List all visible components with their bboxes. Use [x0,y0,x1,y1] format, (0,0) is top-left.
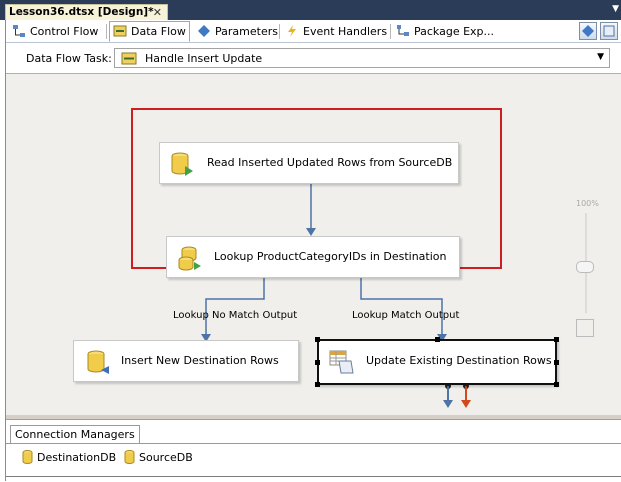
component-update-label: Update Existing Destination Rows [366,354,552,367]
component-update[interactable]: Update Existing Destination Rows [317,339,557,385]
data-flow-task-bar: Data Flow Task: Handle Insert Update ▼ [6,43,621,74]
chevron-down-icon[interactable]: ▼ [597,52,604,62]
zoom-control: 100% [572,199,602,339]
path-label-no-match[interactable]: Lookup No Match Output [173,310,297,321]
resize-handle[interactable] [315,360,320,365]
zoom-to-fit-icon[interactable] [576,319,594,337]
source-db-icon [171,152,193,176]
component-source[interactable]: Read Inserted Updated Rows from SourceDB [159,142,459,184]
data-flow-canvas[interactable]: Read Inserted Updated Rows from SourceDB… [6,74,621,415]
tab-label: Data Flow [131,25,186,38]
component-lookup-label: Lookup ProductCategoryIDs in Destination [214,250,447,263]
data-flow-task-label: Data Flow Task: [26,52,112,65]
tab-parameters[interactable]: Parameters [197,22,278,41]
component-lookup[interactable]: Lookup ProductCategoryIDs in Destination [166,236,460,278]
tab-label: Parameters [215,25,278,38]
data-flow-task-select[interactable]: Handle Insert Update ▼ [114,48,610,68]
divider [6,443,621,444]
variables-icon [603,25,615,37]
ole-db-command-icon [329,350,354,374]
document-tab-strip: Lesson36.dtsx [Design]* ✕ ▼ [0,0,621,20]
resize-handle[interactable] [554,360,559,365]
ssis-designer: Control Flow Data Flow Parameters Event … [5,20,621,482]
designer-tabs: Control Flow Data Flow Parameters Event … [6,20,621,43]
connection-manager-item[interactable]: DestinationDB [22,450,116,464]
toolbox-icon [582,25,594,37]
tab-separator [390,24,391,39]
resize-handle[interactable] [554,382,559,387]
component-source-label: Read Inserted Updated Rows from SourceDB [207,156,453,169]
lookup-icon [178,246,201,271]
tab-label: Package Exp... [414,25,495,38]
data-flow-icon [113,25,127,37]
connection-managers-panel: Connection Managers DestinationDB Source… [6,419,621,482]
zoom-percent: 100% [576,199,599,208]
parameters-icon [198,25,210,37]
variables-button[interactable] [600,22,618,40]
connection-manager-item[interactable]: SourceDB [124,450,193,464]
tab-separator [106,24,107,39]
component-insert-label: Insert New Destination Rows [121,354,279,367]
toolbox-button[interactable] [579,22,597,40]
event-handlers-icon [288,25,296,37]
database-icon [22,450,33,464]
path-label-match[interactable]: Lookup Match Output [352,310,459,321]
document-tab-title: Lesson36.dtsx [Design]* [9,6,154,18]
tab-label: Control Flow [30,25,99,38]
tab-label: Event Handlers [303,25,388,38]
close-icon[interactable]: ✕ [153,5,162,20]
tab-package-explorer[interactable]: Package Exp... [396,22,494,41]
tab-separator [279,24,280,39]
document-tab[interactable]: Lesson36.dtsx [Design]* ✕ [5,4,168,20]
data-flow-task-value: Handle Insert Update [145,52,263,65]
tab-event-handlers[interactable]: Event Handlers [285,22,387,41]
control-flow-icon [13,25,25,37]
tab-control-flow[interactable]: Control Flow [12,22,98,41]
connection-managers-tab[interactable]: Connection Managers [10,425,140,444]
divider [6,476,621,477]
component-insert[interactable]: Insert New Destination Rows [73,340,299,382]
error-path-arrow[interactable] [461,383,471,408]
package-explorer-icon [397,25,409,36]
resize-handle[interactable] [315,382,320,387]
destination-db-icon [87,350,109,374]
tab-data-flow[interactable]: Data Flow [109,21,190,42]
output-path-arrow[interactable] [443,383,453,408]
tab-overflow-icon[interactable]: ▼ [612,4,619,14]
connection-manager-label: DestinationDB [37,451,117,464]
resize-handle[interactable] [435,337,440,342]
resize-handle[interactable] [315,337,320,342]
connection-manager-label: SourceDB [139,451,193,464]
resize-handle[interactable] [554,337,559,342]
data-flow-task-icon [121,52,137,65]
zoom-slider-thumb[interactable] [576,261,594,273]
database-icon [124,450,135,464]
